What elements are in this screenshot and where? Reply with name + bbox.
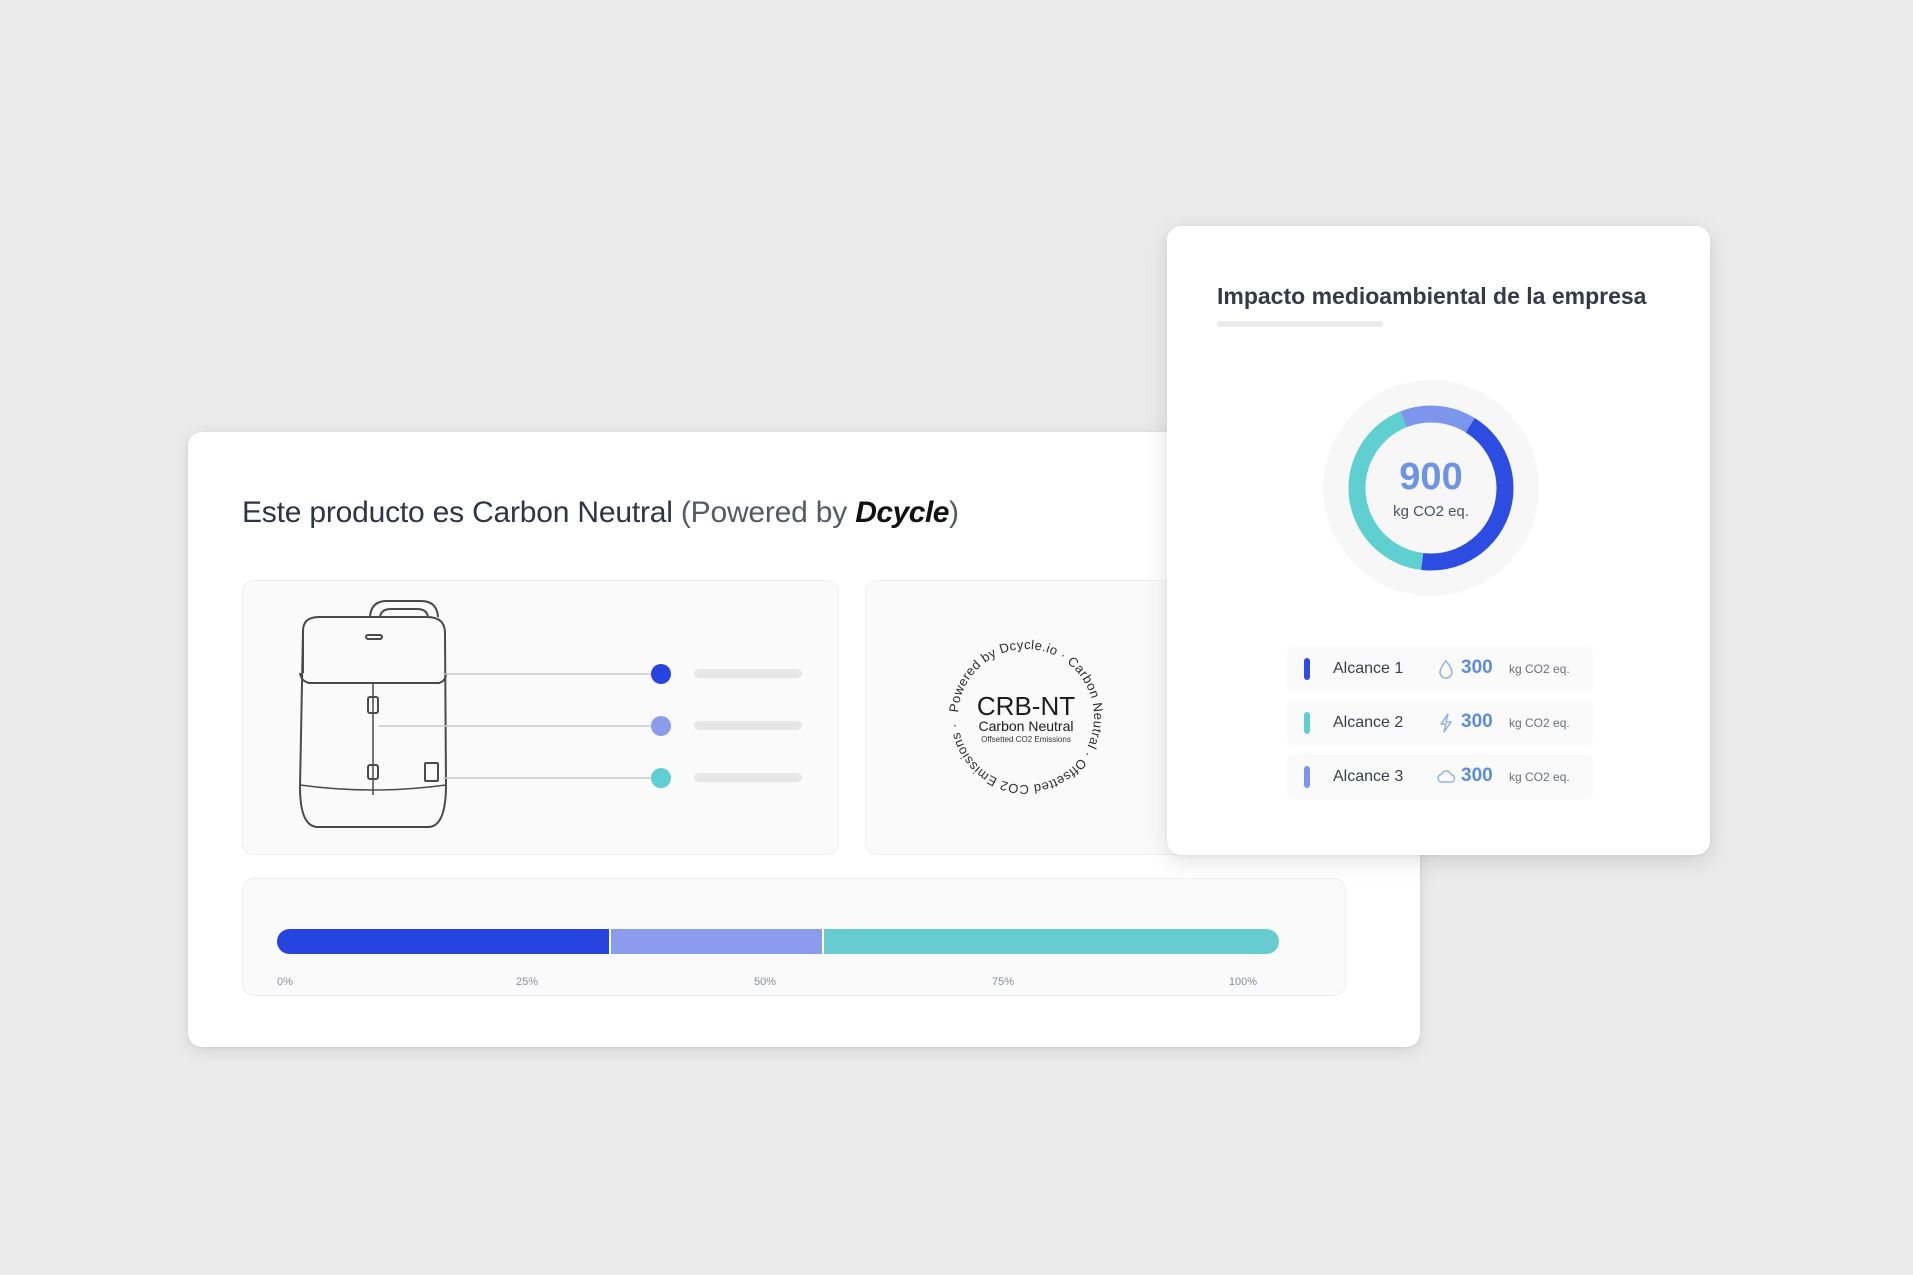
legend-dot (651, 664, 671, 684)
emissions-donut: 900 kg CO2 eq. (1317, 374, 1545, 602)
progress-segment (277, 929, 611, 954)
emissions-progress-panel: 0% 25% 50% 75% 100% (242, 878, 1346, 996)
scope-value: 300 (1461, 711, 1493, 732)
scope-unit: kg CO2 eq. (1509, 716, 1570, 730)
scope-unit: kg CO2 eq. (1509, 662, 1570, 676)
placeholder-bars (694, 669, 802, 782)
drop-icon (1439, 659, 1453, 679)
scope-row-2: Alcance 2 300 kg CO2 eq. (1287, 700, 1593, 746)
title-underline (1217, 321, 1383, 327)
scope-marker (1304, 712, 1310, 734)
scope-row-1: Alcance 1 300 kg CO2 eq. (1287, 646, 1593, 692)
placeholder-bar (694, 721, 802, 730)
donut-total: 900 (1399, 456, 1463, 498)
product-title-text: Este producto es Carbon Neutral (242, 496, 673, 529)
product-title: Este producto es Carbon Neutral (Powered… (242, 496, 959, 530)
donut-unit: kg CO2 eq. (1393, 503, 1469, 520)
dashboard-stage: Este producto es Carbon Neutral (Powered… (0, 0, 1913, 1275)
scope-value: 300 (1461, 657, 1493, 678)
scope-list: Alcance 1 300 kg CO2 eq. Alcance 2 300 k… (1287, 646, 1593, 808)
placeholder-bar (694, 669, 802, 678)
tick-label: 50% (753, 976, 777, 988)
scope-label: Alcance 3 (1333, 768, 1404, 785)
powered-prefix: (Powered by (680, 496, 856, 529)
scope-marker (1304, 766, 1310, 788)
tick-label: 75% (991, 976, 1015, 988)
cloud-icon (1437, 770, 1456, 783)
seal-headline: Carbon Neutral (979, 718, 1074, 734)
tick-label: 100% (1228, 976, 1258, 988)
backpack-icon (298, 600, 448, 828)
seal-subline: Offsetted CO2 Emissions (981, 735, 1071, 744)
dcycle-logo: Dcycle (855, 496, 949, 529)
product-illustration-panel (242, 580, 839, 855)
emissions-progress-bar (277, 929, 1279, 954)
carbon-neutral-seal: Powered by Dcycle.io · Carbon Neutral · … (946, 637, 1106, 797)
placeholder-bar (694, 773, 802, 782)
seal-code: CRB-NT (977, 691, 1075, 721)
legend-dot (651, 768, 671, 788)
tick-label: 25% (515, 976, 539, 988)
indicator-lines (378, 673, 661, 779)
powered-suffix: ) (948, 496, 959, 529)
progress-segment (610, 929, 825, 954)
scope-row-3: Alcance 3 300 kg CO2 eq. (1287, 754, 1593, 800)
scope-unit: kg CO2 eq. (1509, 770, 1570, 784)
scope-label: Alcance 1 (1333, 660, 1404, 677)
impact-card: Impacto medioambiental de la empresa 900… (1167, 226, 1710, 855)
legend-dot (651, 716, 671, 736)
scope-marker (1304, 658, 1310, 680)
lightning-icon (1440, 713, 1452, 733)
impact-title: Impacto medioambiental de la empresa (1217, 283, 1647, 309)
scope-label: Alcance 2 (1333, 714, 1404, 731)
progress-segment (824, 929, 1279, 954)
scope-value: 300 (1461, 765, 1493, 786)
backpack-illustration (298, 600, 802, 828)
tick-label: 0% (277, 976, 293, 988)
